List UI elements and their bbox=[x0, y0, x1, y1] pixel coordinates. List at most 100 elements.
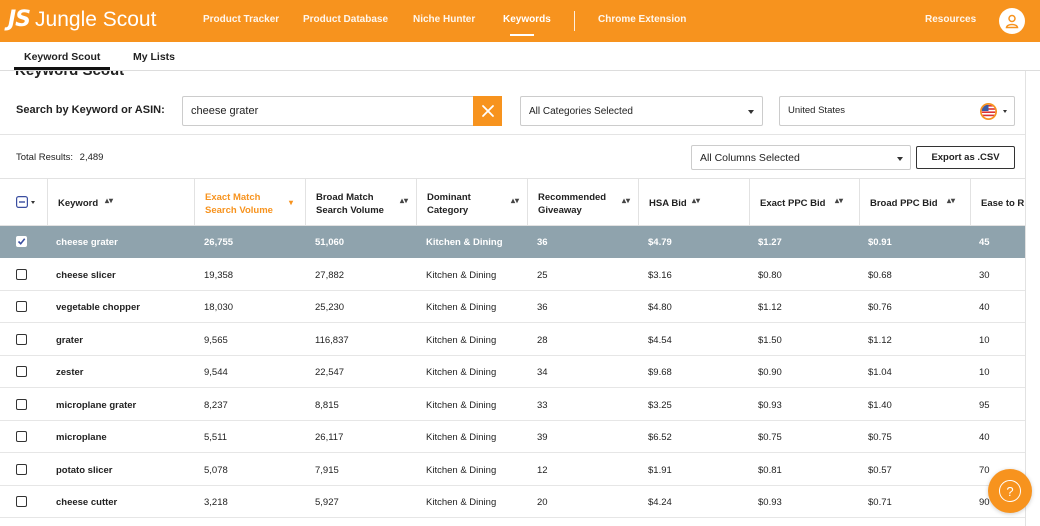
table-row[interactable]: cheese grater 26,755 51,060 Kitchen & Dinin… bbox=[0, 226, 1025, 258]
select-all-checkbox[interactable] bbox=[16, 196, 28, 208]
col-exact-ppc-bid[interactable]: Exact PPC Bid ▴▾ bbox=[749, 179, 859, 225]
cell-category: Kitchen & Dining bbox=[426, 334, 497, 346]
col-dominant-category[interactable]: Dominant Category ▴▾ bbox=[416, 179, 527, 225]
col-broad-match-search-volume[interactable]: Broad Match Search Volume ▴▾ bbox=[305, 179, 416, 225]
cell-keyword[interactable]: potato slicer bbox=[56, 465, 113, 476]
table-row[interactable]: cheese cutter 3,218 5,927 Kitchen & Dining 2… bbox=[0, 486, 1025, 518]
nav-product-database[interactable]: Product Database bbox=[303, 14, 388, 25]
cell-keyword[interactable]: microplane bbox=[56, 432, 107, 443]
nav-chrome-extension[interactable]: Chrome Extension bbox=[598, 14, 686, 25]
cell-category: Kitchen & Dining bbox=[426, 399, 497, 411]
category-select-value: All Categories Selected bbox=[529, 106, 633, 117]
select-all-header[interactable] bbox=[0, 179, 47, 225]
cell-exact: 26,755 bbox=[204, 237, 234, 248]
clear-search-button[interactable] bbox=[473, 96, 502, 126]
table-row[interactable]: microplane grater 8,237 8,815 Kitchen & Din… bbox=[0, 389, 1025, 421]
col-giveaway-label: Recommended Giveaway bbox=[538, 191, 606, 217]
col-keyword[interactable]: Keyword ▴▾ bbox=[47, 179, 194, 225]
cell-keyword[interactable]: cheese cutter bbox=[56, 497, 117, 508]
cell-keyword[interactable]: zester bbox=[56, 367, 83, 378]
cell-keyword[interactable]: microplane grater bbox=[56, 400, 136, 411]
table-row[interactable]: cheese slicer 19,358 27,882 Kitchen & Dinin… bbox=[0, 259, 1025, 291]
col-hsa-bid[interactable]: HSA Bid ▴▾ bbox=[638, 179, 749, 225]
cell-hsa: $6.52 bbox=[648, 432, 672, 443]
cell-hsa: $4.80 bbox=[648, 302, 672, 313]
user-account-button[interactable] bbox=[999, 8, 1025, 34]
cell-broad: 7,915 bbox=[315, 464, 339, 476]
row-checkbox-checked[interactable] bbox=[16, 236, 27, 247]
cell-hsa: $9.68 bbox=[648, 367, 672, 378]
cell-broad-ppc: $0.76 bbox=[868, 302, 892, 313]
row-checkbox[interactable] bbox=[16, 301, 27, 312]
jungle-scout-logo[interactable]: JS Jungle Scout bbox=[8, 7, 156, 32]
cell-hsa: $4.79 bbox=[648, 237, 672, 248]
nav-niche-hunter[interactable]: Niche Hunter bbox=[413, 14, 475, 25]
cell-keyword[interactable]: cheese grater bbox=[56, 237, 118, 248]
cell-exact-ppc: $0.80 bbox=[758, 269, 782, 281]
tab-keyword-scout[interactable]: Keyword Scout bbox=[24, 51, 100, 63]
marketplace-select[interactable]: United States bbox=[779, 96, 1015, 126]
cell-exact: 9,544 bbox=[204, 367, 228, 378]
col-exact-label: Exact Match Search Volume bbox=[205, 191, 273, 217]
nav-product-tracker[interactable]: Product Tracker bbox=[203, 14, 279, 25]
cell-exact-ppc: $0.90 bbox=[758, 367, 782, 378]
cell-broad-ppc: $0.71 bbox=[868, 497, 892, 508]
logo-mark: JS bbox=[8, 7, 31, 32]
search-box bbox=[182, 96, 502, 126]
export-csv-button[interactable]: Export as .CSV bbox=[916, 146, 1015, 169]
search-input[interactable] bbox=[191, 97, 471, 125]
cell-giveaway: 20 bbox=[537, 497, 548, 508]
row-checkbox[interactable] bbox=[16, 366, 27, 377]
row-checkbox[interactable] bbox=[16, 333, 27, 345]
category-select[interactable]: All Categories Selected bbox=[520, 96, 763, 126]
row-checkbox[interactable] bbox=[16, 496, 27, 507]
table-row[interactable]: zester 9,544 22,547 Kitchen & Dining 34 $9.68… bbox=[0, 356, 1025, 388]
table-row[interactable]: potato slicer 5,078 7,915 Kitchen & Dining 1… bbox=[0, 454, 1025, 486]
cell-category: Kitchen & Dining bbox=[426, 237, 503, 248]
cell-broad-ppc: $0.91 bbox=[868, 237, 892, 248]
chevron-down-icon[interactable] bbox=[31, 201, 35, 204]
col-broad-label-line1: Broad Match bbox=[316, 192, 374, 203]
col-broad-label: Broad Match Search Volume bbox=[316, 191, 384, 217]
help-button[interactable]: ? bbox=[988, 469, 1032, 513]
cell-giveaway: 12 bbox=[537, 464, 548, 476]
col-category-label-line1: Dominant bbox=[427, 192, 471, 203]
row-checkbox[interactable] bbox=[16, 463, 27, 475]
table-row[interactable]: microplane 5,511 26,117 Kitchen & Dining 39 $… bbox=[0, 421, 1025, 453]
top-nav-bar: JS Jungle Scout Product Tracker Product … bbox=[0, 0, 1040, 42]
cell-exact: 3,218 bbox=[204, 497, 228, 508]
cell-keyword[interactable]: cheese slicer bbox=[56, 270, 116, 281]
help-icon: ? bbox=[999, 480, 1021, 502]
cell-category: Kitchen & Dining bbox=[426, 432, 497, 443]
row-checkbox[interactable] bbox=[16, 268, 27, 280]
columns-select[interactable]: All Columns Selected bbox=[691, 145, 911, 170]
cell-broad: 27,882 bbox=[315, 269, 345, 281]
cell-giveaway: 28 bbox=[537, 334, 548, 346]
cell-broad-ppc: $0.75 bbox=[868, 432, 892, 443]
cell-hsa: $3.16 bbox=[648, 269, 672, 281]
row-checkbox[interactable] bbox=[16, 431, 27, 442]
nav-resources[interactable]: Resources bbox=[925, 14, 976, 25]
cell-broad: 22,547 bbox=[315, 367, 345, 378]
cell-exact-ppc: $1.50 bbox=[758, 334, 782, 346]
cell-category: Kitchen & Dining bbox=[426, 497, 497, 508]
col-exact-match-search-volume[interactable]: Exact Match Search Volume ▾ bbox=[194, 179, 305, 225]
col-category-label: Dominant Category bbox=[427, 191, 471, 217]
cell-exact: 18,030 bbox=[204, 302, 234, 313]
sub-tabs: Keyword Scout My Lists bbox=[0, 42, 1040, 71]
tab-my-lists[interactable]: My Lists bbox=[133, 51, 175, 63]
cell-exact: 5,511 bbox=[204, 432, 228, 443]
col-recommended-giveaway[interactable]: Recommended Giveaway ▴▾ bbox=[527, 179, 638, 225]
col-broad-ppc-bid[interactable]: Broad PPC Bid ▴▾ bbox=[859, 179, 970, 225]
cell-giveaway: 34 bbox=[537, 367, 548, 378]
cell-keyword[interactable]: grater bbox=[56, 335, 83, 346]
cell-keyword[interactable]: vegetable chopper bbox=[56, 302, 140, 313]
col-ease-to-rank[interactable]: Ease to R bbox=[970, 179, 1025, 225]
nav-keywords[interactable]: Keywords bbox=[503, 14, 551, 25]
row-checkbox[interactable] bbox=[16, 398, 27, 410]
cell-broad-ppc: $1.40 bbox=[868, 399, 892, 411]
table-row[interactable]: grater 9,565 116,837 Kitchen & Dining 28 $4.5… bbox=[0, 324, 1025, 356]
table-header: Keyword ▴▾ Exact Match Search Volume ▾ B… bbox=[0, 178, 1025, 226]
sort-icon: ▴▾ bbox=[622, 196, 631, 205]
table-row[interactable]: vegetable chopper 18,030 25,230 Kitchen & D… bbox=[0, 291, 1025, 323]
